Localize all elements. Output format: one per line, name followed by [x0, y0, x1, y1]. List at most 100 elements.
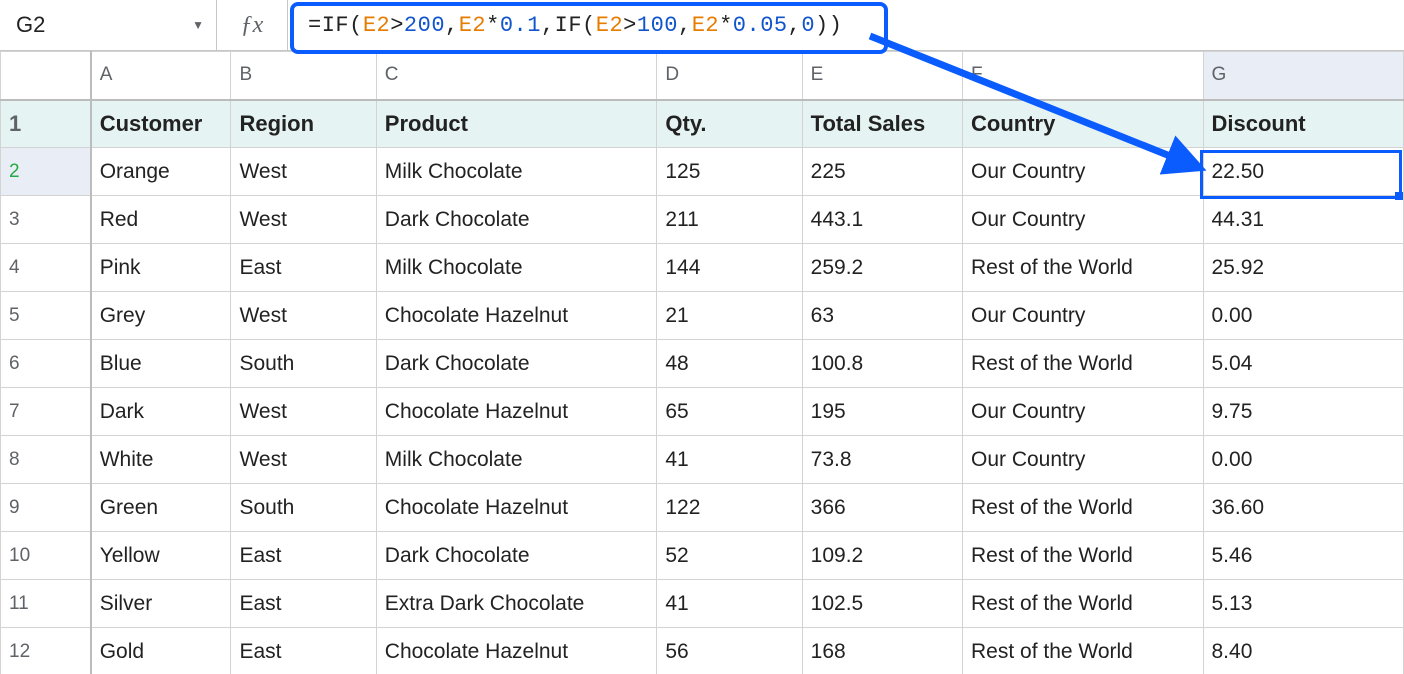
cell-E4[interactable]: 259.2 — [802, 244, 962, 292]
row-header-2[interactable]: 2 — [1, 148, 91, 196]
cell-C5[interactable]: Chocolate Hazelnut — [376, 292, 657, 340]
cell-G9[interactable]: 36.60 — [1203, 484, 1404, 532]
cell-B5[interactable]: West — [231, 292, 376, 340]
column-header-C[interactable]: C — [376, 52, 657, 100]
cell-F12[interactable]: Rest of the World — [963, 628, 1204, 674]
cell-F6[interactable]: Rest of the World — [963, 340, 1204, 388]
cell-B6[interactable]: South — [231, 340, 376, 388]
cell-B9[interactable]: South — [231, 484, 376, 532]
cell-A2[interactable]: Orange — [91, 148, 231, 196]
row-header-12[interactable]: 12 — [1, 628, 91, 674]
cell-C10[interactable]: Dark Chocolate — [376, 532, 657, 580]
cell-E10[interactable]: 109.2 — [802, 532, 962, 580]
cell-E1[interactable]: Total Sales — [802, 100, 962, 148]
cell-D6[interactable]: 48 — [657, 340, 802, 388]
row-header-7[interactable]: 7 — [1, 388, 91, 436]
cell-C2[interactable]: Milk Chocolate — [376, 148, 657, 196]
row-header-1[interactable]: 1 — [1, 100, 91, 148]
row-header-11[interactable]: 11 — [1, 580, 91, 628]
cell-F11[interactable]: Rest of the World — [963, 580, 1204, 628]
cell-C7[interactable]: Chocolate Hazelnut — [376, 388, 657, 436]
row-header-4[interactable]: 4 — [1, 244, 91, 292]
cell-D1[interactable]: Qty. — [657, 100, 802, 148]
column-header-D[interactable]: D — [657, 52, 802, 100]
cell-A9[interactable]: Green — [91, 484, 231, 532]
column-header-A[interactable]: A — [91, 52, 231, 100]
row-header-8[interactable]: 8 — [1, 436, 91, 484]
row-header-9[interactable]: 9 — [1, 484, 91, 532]
cell-D8[interactable]: 41 — [657, 436, 802, 484]
cell-G3[interactable]: 44.31 — [1203, 196, 1404, 244]
name-box[interactable]: G2 ▼ — [0, 0, 217, 50]
cell-A4[interactable]: Pink — [91, 244, 231, 292]
cell-D12[interactable]: 56 — [657, 628, 802, 674]
cell-E3[interactable]: 443.1 — [802, 196, 962, 244]
cell-C12[interactable]: Chocolate Hazelnut — [376, 628, 657, 674]
cell-C3[interactable]: Dark Chocolate — [376, 196, 657, 244]
cell-A1[interactable]: Customer — [91, 100, 231, 148]
cell-G6[interactable]: 5.04 — [1203, 340, 1404, 388]
cell-D10[interactable]: 52 — [657, 532, 802, 580]
cell-D11[interactable]: 41 — [657, 580, 802, 628]
cell-E7[interactable]: 195 — [802, 388, 962, 436]
cell-G5[interactable]: 0.00 — [1203, 292, 1404, 340]
cell-G11[interactable]: 5.13 — [1203, 580, 1404, 628]
column-header-B[interactable]: B — [231, 52, 376, 100]
cell-D3[interactable]: 211 — [657, 196, 802, 244]
cell-F9[interactable]: Rest of the World — [963, 484, 1204, 532]
cell-A3[interactable]: Red — [91, 196, 231, 244]
name-box-dropdown-icon[interactable]: ▼ — [180, 18, 216, 32]
cell-C1[interactable]: Product — [376, 100, 657, 148]
cell-B2[interactable]: West — [231, 148, 376, 196]
fx-icon[interactable]: ƒx — [217, 0, 288, 50]
cell-A8[interactable]: White — [91, 436, 231, 484]
cell-D2[interactable]: 125 — [657, 148, 802, 196]
cell-G7[interactable]: 9.75 — [1203, 388, 1404, 436]
cell-F1[interactable]: Country — [963, 100, 1204, 148]
cell-A11[interactable]: Silver — [91, 580, 231, 628]
cell-A5[interactable]: Grey — [91, 292, 231, 340]
cell-A10[interactable]: Yellow — [91, 532, 231, 580]
cell-B8[interactable]: West — [231, 436, 376, 484]
cell-E2[interactable]: 225 — [802, 148, 962, 196]
cell-C8[interactable]: Milk Chocolate — [376, 436, 657, 484]
cell-G2[interactable]: 22.50 — [1203, 148, 1404, 196]
column-header-E[interactable]: E — [802, 52, 962, 100]
select-all-corner[interactable] — [1, 52, 91, 100]
cell-E5[interactable]: 63 — [802, 292, 962, 340]
cell-B4[interactable]: East — [231, 244, 376, 292]
row-header-6[interactable]: 6 — [1, 340, 91, 388]
cell-G1[interactable]: Discount — [1203, 100, 1404, 148]
row-header-3[interactable]: 3 — [1, 196, 91, 244]
cell-G12[interactable]: 8.40 — [1203, 628, 1404, 674]
cell-A12[interactable]: Gold — [91, 628, 231, 674]
cell-F7[interactable]: Our Country — [963, 388, 1204, 436]
cell-A6[interactable]: Blue — [91, 340, 231, 388]
cell-E11[interactable]: 102.5 — [802, 580, 962, 628]
column-header-G[interactable]: G — [1203, 52, 1404, 100]
cell-F5[interactable]: Our Country — [963, 292, 1204, 340]
cell-D7[interactable]: 65 — [657, 388, 802, 436]
cell-E9[interactable]: 366 — [802, 484, 962, 532]
cell-B10[interactable]: East — [231, 532, 376, 580]
cell-B1[interactable]: Region — [231, 100, 376, 148]
cell-B12[interactable]: East — [231, 628, 376, 674]
cell-E12[interactable]: 168 — [802, 628, 962, 674]
cell-E8[interactable]: 73.8 — [802, 436, 962, 484]
cell-B7[interactable]: West — [231, 388, 376, 436]
cell-G10[interactable]: 5.46 — [1203, 532, 1404, 580]
cell-D5[interactable]: 21 — [657, 292, 802, 340]
cell-D9[interactable]: 122 — [657, 484, 802, 532]
cell-A7[interactable]: Dark — [91, 388, 231, 436]
cell-D4[interactable]: 144 — [657, 244, 802, 292]
cell-F3[interactable]: Our Country — [963, 196, 1204, 244]
cell-G8[interactable]: 0.00 — [1203, 436, 1404, 484]
cell-F4[interactable]: Rest of the World — [963, 244, 1204, 292]
column-header-F[interactable]: F — [963, 52, 1204, 100]
cell-C9[interactable]: Chocolate Hazelnut — [376, 484, 657, 532]
cell-F8[interactable]: Our Country — [963, 436, 1204, 484]
cell-B11[interactable]: East — [231, 580, 376, 628]
row-header-10[interactable]: 10 — [1, 532, 91, 580]
cell-F10[interactable]: Rest of the World — [963, 532, 1204, 580]
cell-B3[interactable]: West — [231, 196, 376, 244]
